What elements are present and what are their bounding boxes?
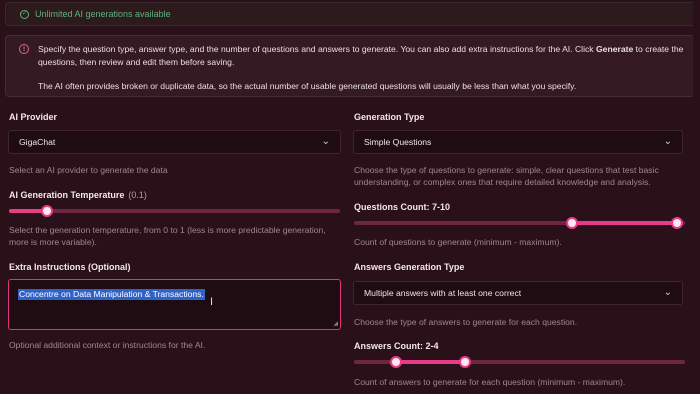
text-cursor-icon: I: [210, 296, 214, 308]
check-circle-icon: ✓: [20, 9, 29, 19]
answers-count-help: Count of answers to generate for each qu…: [354, 377, 626, 387]
answers-count-label: Answers Count: 2-4: [354, 341, 439, 351]
questions-count-max-thumb[interactable]: [671, 217, 683, 229]
questions-count-label: Questions Count: 7-10: [354, 202, 451, 212]
temperature-label: AI Generation Temperature (0.1): [9, 190, 147, 200]
generation-type-help: Choose the type of questions to generate…: [354, 165, 659, 187]
temperature-slider-thumb[interactable]: [41, 205, 53, 217]
info-icon: !: [19, 44, 29, 54]
questions-count-min-thumb[interactable]: [566, 217, 578, 229]
instructions-banner: ! Specify the question type, answer type…: [5, 35, 695, 97]
answers-count-max-thumb[interactable]: [459, 356, 471, 368]
generate-keyword: Generate: [595, 44, 634, 54]
answers-generation-type-label: Answers Generation Type: [354, 262, 465, 272]
answers-count-min-thumb[interactable]: [390, 356, 402, 368]
ai-provider-select[interactable]: GigaChat ⌄: [8, 130, 341, 154]
extra-instructions-help: Optional additional context or instructi…: [9, 340, 206, 350]
answers-generation-type-value: Multiple answers with at least one corre…: [364, 288, 522, 298]
page-scrollbar[interactable]: [693, 0, 700, 394]
generation-type-select[interactable]: Simple Questions ⌄: [353, 130, 683, 154]
chevron-down-icon: ⌄: [663, 287, 672, 298]
extra-instructions-label: Extra Instructions (Optional): [9, 262, 131, 272]
ai-generations-banner: ✓ Unlimited AI generations available: [5, 2, 695, 26]
generation-type-label: Generation Type: [354, 112, 425, 122]
ai-provider-label: AI Provider: [9, 112, 58, 122]
warning-paragraph: The AI often provides broken or duplicat…: [38, 81, 577, 91]
temperature-value: (0.1): [128, 190, 147, 200]
questions-count-slider-fill: [572, 221, 677, 225]
generation-type-value: Simple Questions: [364, 137, 432, 147]
temperature-help: Select the generation temperature, from …: [9, 225, 326, 247]
extra-instructions-value[interactable]: Concentre on Data Manipulation & Transac…: [18, 289, 205, 300]
ai-provider-help: Select an AI provider to generate the da…: [9, 165, 168, 175]
chevron-down-icon: ⌄: [321, 136, 330, 147]
ai-generations-text: Unlimited AI generations available: [35, 9, 171, 19]
extra-instructions-textarea[interactable]: Concentre on Data Manipulation & Transac…: [8, 279, 341, 330]
chevron-down-icon: ⌄: [663, 136, 672, 147]
questions-count-help: Count of questions to generate (minimum …: [354, 237, 562, 247]
answers-count-slider-fill: [396, 360, 465, 364]
answers-generation-type-select[interactable]: Multiple answers with at least one corre…: [353, 281, 683, 305]
resize-handle-icon[interactable]: ◢: [333, 321, 338, 327]
instructions-paragraph: Specify the question type, answer type, …: [38, 44, 684, 67]
temperature-slider-track[interactable]: [9, 209, 340, 213]
ai-provider-value: GigaChat: [19, 137, 56, 147]
answers-generation-type-help: Choose the type of answers to generate f…: [354, 317, 578, 327]
